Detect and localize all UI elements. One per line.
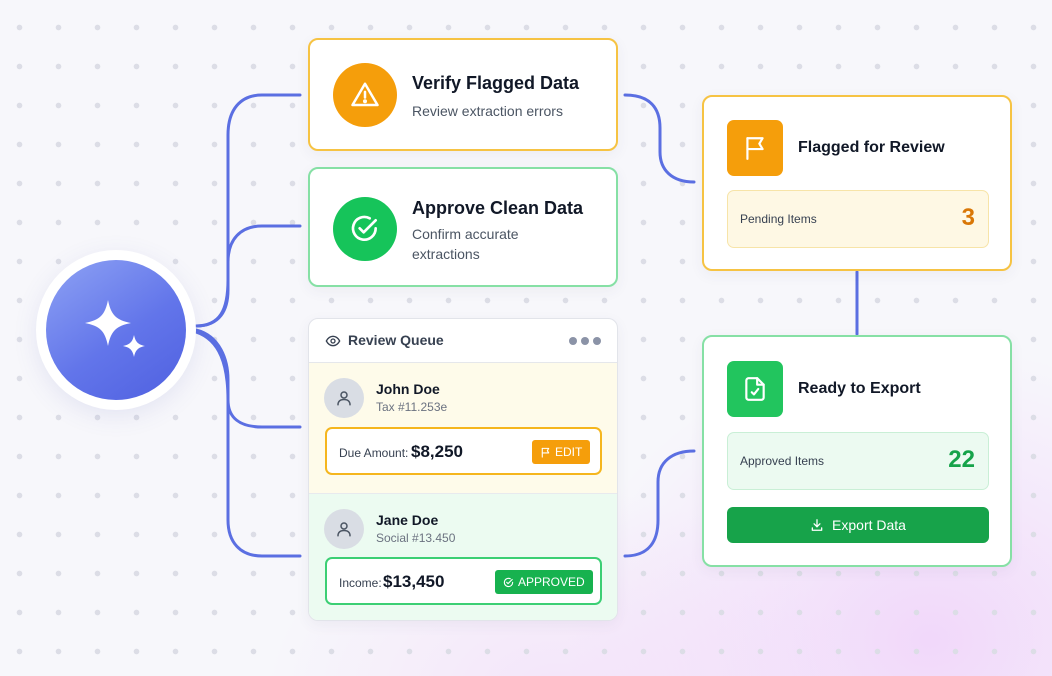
amount-field[interactable]: Due Amount: $8,250 EDIT bbox=[325, 427, 602, 475]
more-icon[interactable] bbox=[569, 337, 601, 345]
verify-title: Verify Flagged Data bbox=[412, 73, 580, 93]
pending-items-stat: Pending Items 3 bbox=[727, 190, 989, 248]
eye-icon bbox=[325, 335, 341, 347]
amount-label: Income: bbox=[339, 576, 382, 590]
amount-value: $8,250 bbox=[411, 442, 463, 461]
person-reference: Social #13.450 bbox=[376, 531, 456, 545]
connector-verify-to-flagged bbox=[623, 93, 696, 184]
avatar bbox=[324, 509, 364, 549]
approve-clean-card[interactable]: Approve Clean Data Confirm accurate extr… bbox=[308, 167, 618, 287]
export-data-label: Export Data bbox=[832, 517, 906, 533]
download-icon bbox=[811, 519, 823, 531]
connector-hub-to-jane bbox=[194, 330, 302, 558]
approve-title: Approve Clean Data bbox=[412, 198, 584, 218]
edit-button-label: EDIT bbox=[555, 445, 583, 459]
file-check-icon bbox=[727, 361, 783, 417]
check-circle-icon bbox=[333, 197, 397, 261]
ready-to-export-panel[interactable]: Ready to Export Approved Items 22 Export… bbox=[702, 335, 1012, 567]
queue-item-jane[interactable]: Jane Doe Social #13.450 Income: $13,450 … bbox=[309, 493, 617, 620]
person-reference: Tax #11.253e bbox=[376, 400, 448, 414]
review-queue-title: Review Queue bbox=[348, 332, 444, 348]
sparkle-icon bbox=[85, 300, 145, 357]
person-name: Jane Doe bbox=[376, 512, 439, 528]
approved-badge-label: APPROVED bbox=[518, 575, 585, 589]
flag-icon bbox=[541, 447, 550, 458]
approve-subtitle: Confirm accurate extractions bbox=[412, 226, 519, 262]
flag-icon bbox=[727, 120, 783, 176]
avatar bbox=[324, 378, 364, 418]
approved-badge[interactable]: APPROVED bbox=[495, 570, 593, 594]
approved-items-label: Approved Items bbox=[740, 454, 825, 468]
connector-hub-to-john bbox=[194, 328, 302, 429]
warning-icon bbox=[333, 63, 397, 127]
amount-value: $13,450 bbox=[383, 572, 445, 591]
verify-subtitle: Review extraction errors bbox=[412, 103, 563, 119]
pending-items-label: Pending Items bbox=[740, 212, 817, 226]
check-circle-icon bbox=[503, 577, 514, 587]
queue-item-john[interactable]: John Doe Tax #11.253e Due Amount: $8,250… bbox=[309, 363, 617, 493]
pending-items-count: 3 bbox=[961, 204, 975, 231]
edit-button[interactable]: EDIT bbox=[532, 440, 591, 464]
ai-hub[interactable] bbox=[46, 260, 186, 400]
connector-jane-to-export bbox=[623, 449, 696, 558]
review-queue-header: Review Queue bbox=[309, 319, 617, 363]
amount-field[interactable]: Income: $13,450 APPROVED bbox=[325, 557, 602, 605]
flagged-title: Flagged for Review bbox=[798, 139, 945, 156]
review-queue-panel: Review Queue John Doe Tax #11.253e Due A… bbox=[308, 318, 618, 621]
connector-hub-to-approve bbox=[194, 224, 302, 328]
person-name: John Doe bbox=[376, 381, 440, 397]
approved-items-stat: Approved Items 22 bbox=[727, 432, 989, 490]
export-data-button[interactable]: Export Data bbox=[727, 507, 989, 543]
verify-flagged-card[interactable]: Verify Flagged Data Review extraction er… bbox=[308, 38, 618, 151]
flagged-review-panel[interactable]: Flagged for Review Pending Items 3 bbox=[702, 95, 1012, 271]
amount-label: Due Amount: bbox=[339, 446, 409, 460]
approved-items-count: 22 bbox=[948, 446, 975, 473]
connector-hub-to-verify bbox=[194, 93, 302, 328]
export-title: Ready to Export bbox=[798, 380, 921, 397]
